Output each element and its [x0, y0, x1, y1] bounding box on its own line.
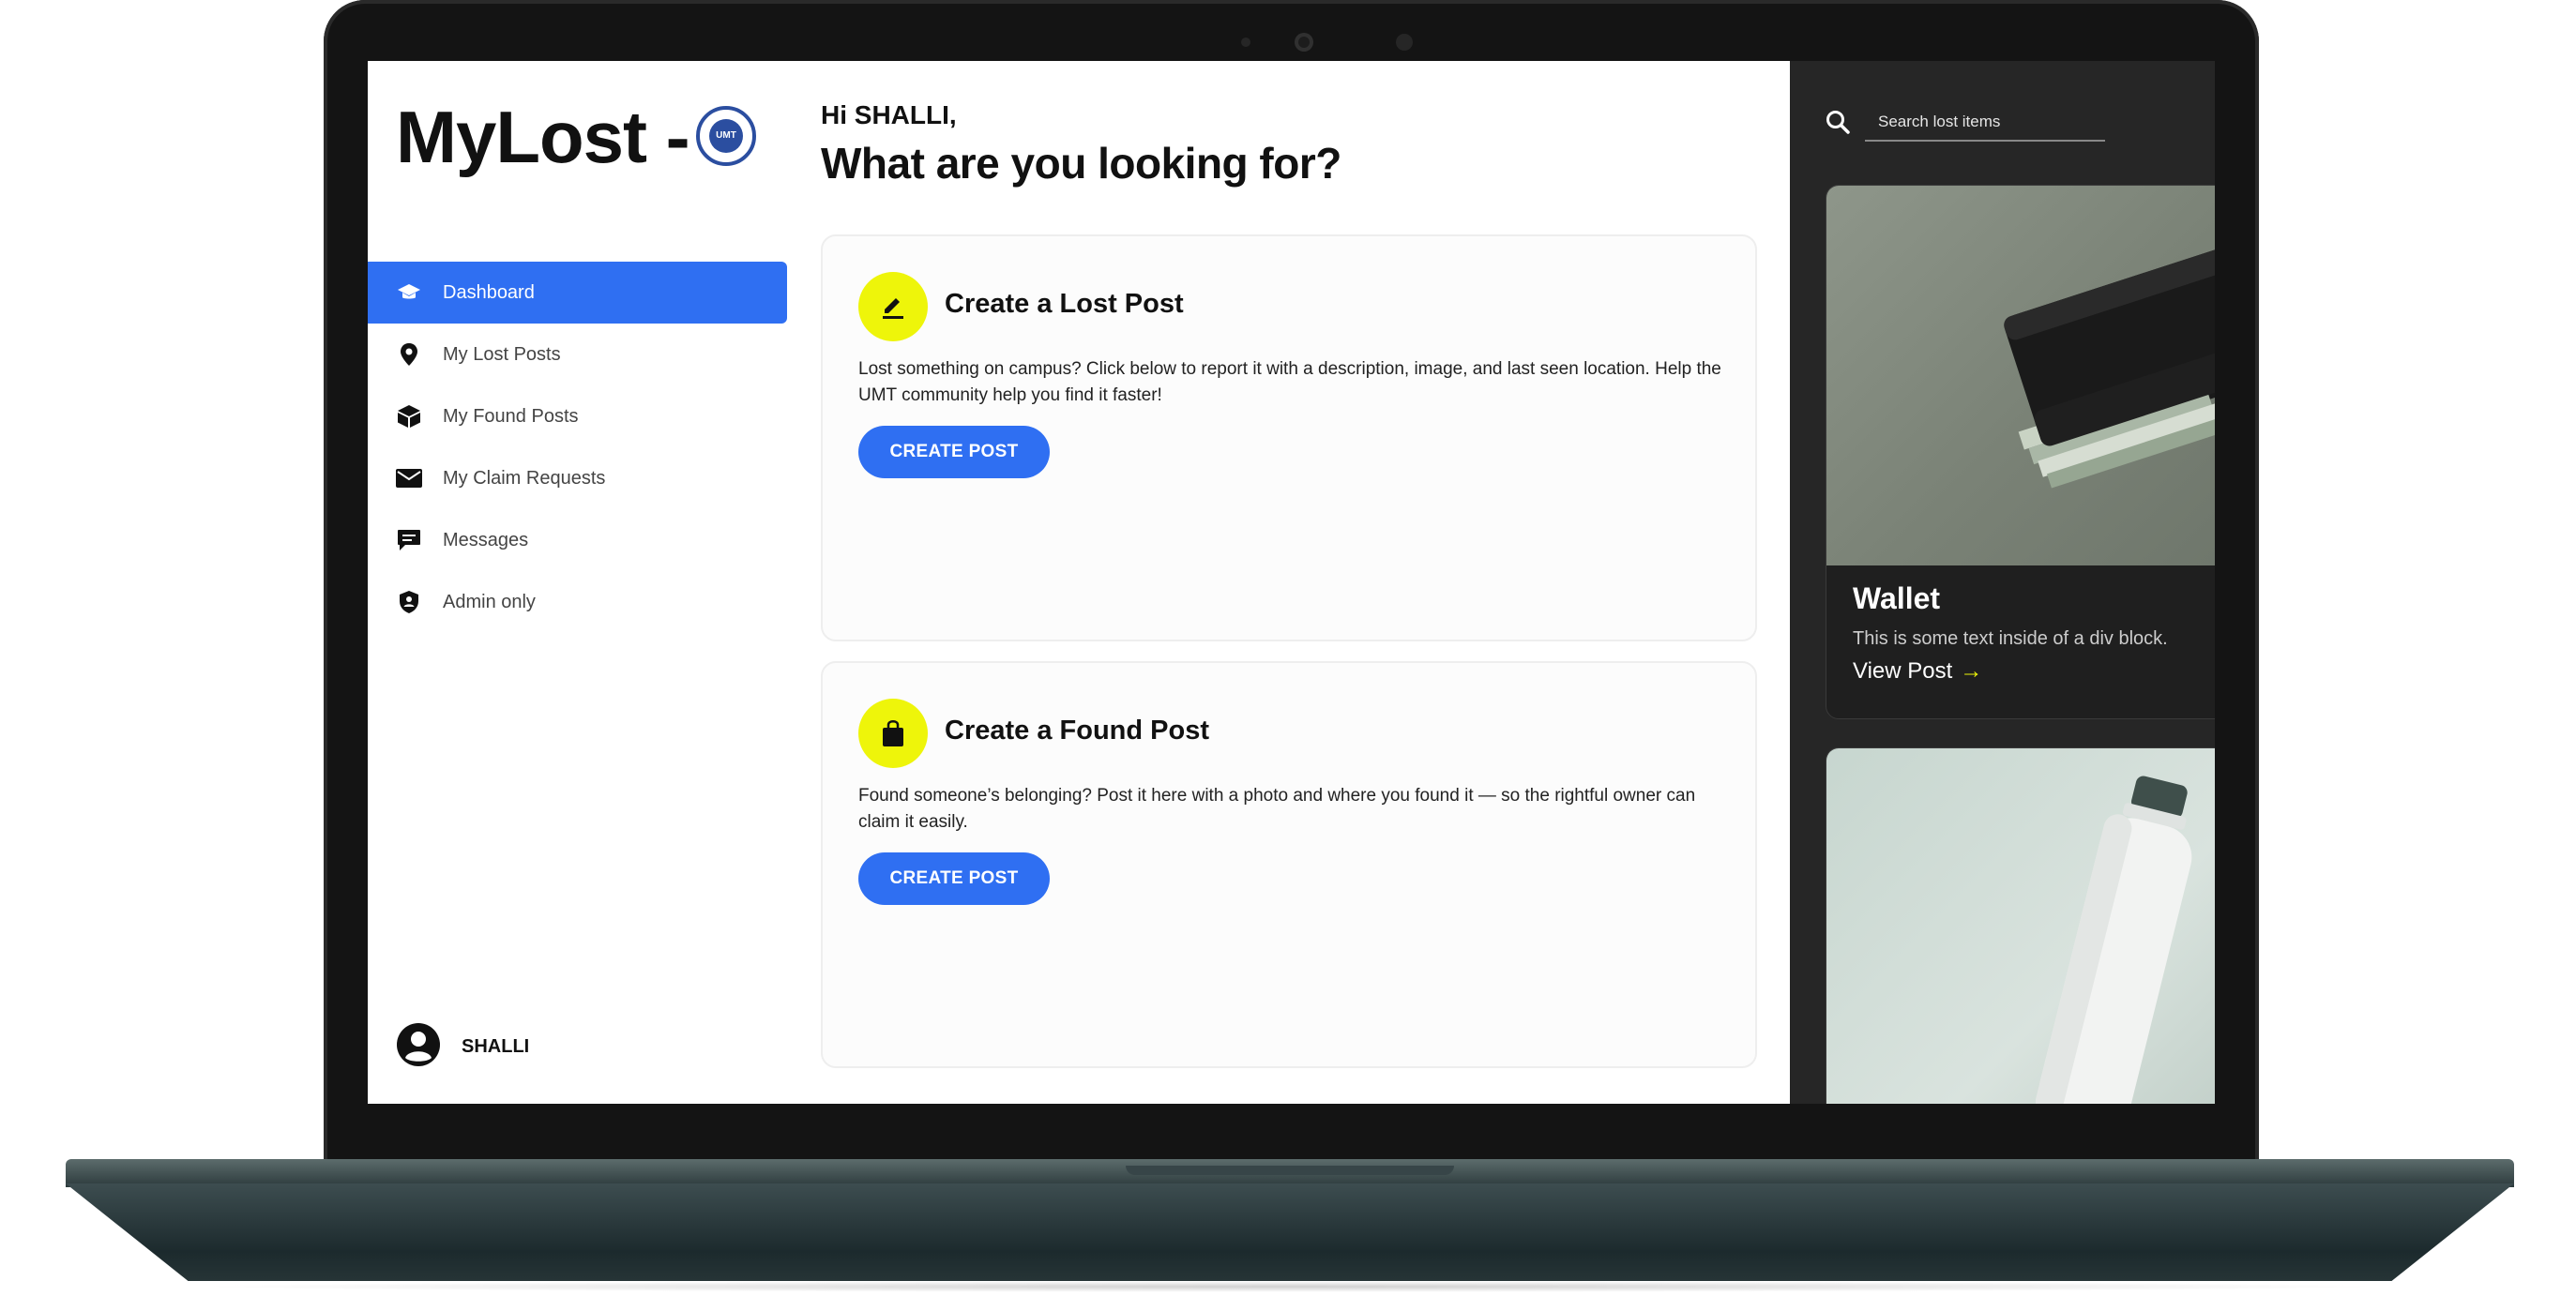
user-name: SHALLI — [462, 1036, 530, 1057]
sidebar-item-messages[interactable]: Messages — [368, 509, 787, 571]
card-title: Create a Found Post — [945, 716, 1209, 746]
sidebar-item-label: Admin only — [443, 591, 536, 612]
bottle-image — [1826, 748, 2215, 1104]
arrow-right-icon: → — [1960, 658, 1983, 684]
greeting-text: Hi SHALLI, — [821, 100, 957, 129]
create-lost-post-button[interactable]: CREATE POST — [858, 426, 1050, 478]
box-icon — [396, 403, 422, 429]
post-title: Wallet — [1853, 581, 1941, 615]
shield-icon — [396, 589, 422, 615]
sidebar-item-admin-only[interactable]: Admin only — [368, 571, 787, 633]
post-card-bottle[interactable] — [1826, 747, 2215, 1104]
app-logo: MyLost - — [396, 96, 690, 178]
sidebar-item-label: Dashboard — [443, 281, 535, 303]
webcam — [1295, 33, 1313, 52]
screen: MyLost - UMT Dashboard My Lost Posts My … — [368, 61, 2215, 1104]
sidebar-item-label: My Found Posts — [443, 405, 579, 427]
sidebar-item-my-lost-posts[interactable]: My Lost Posts — [368, 324, 787, 385]
view-post-label: View Post — [1853, 658, 1953, 684]
envelope-icon — [396, 465, 422, 491]
post-card-wallet[interactable]: Wallet This is some text inside of a div… — [1826, 185, 2215, 719]
sensor-dot — [1241, 38, 1250, 47]
sidebar-item-label: Messages — [443, 529, 529, 550]
laptop-notch — [1126, 1166, 1454, 1175]
create-found-post-button[interactable]: CREATE POST — [858, 852, 1050, 905]
sidebar-item-dashboard[interactable]: Dashboard — [368, 262, 787, 324]
sidebar-item-my-claim-requests[interactable]: My Claim Requests — [368, 447, 787, 509]
lost-items-panel: Search lost items Wallet This is some te… — [1790, 61, 2215, 1104]
wallet-image — [1826, 186, 2215, 565]
view-post-link[interactable]: View Post → — [1853, 658, 1982, 685]
search-icon[interactable] — [1826, 110, 1850, 139]
create-found-post-card: Create a Found Post Found someone’s belo… — [821, 661, 1757, 1068]
sidebar-item-label: My Claim Requests — [443, 467, 606, 489]
pen-icon — [858, 272, 928, 341]
user-avatar-icon — [396, 1022, 441, 1072]
shopping-bag-icon — [858, 699, 928, 768]
card-description: Found someone’s belonging? Post it here … — [858, 786, 1696, 832]
sensor-dot — [1396, 34, 1413, 51]
card-title: Create a Lost Post — [945, 289, 1184, 319]
laptop-shadow — [188, 1281, 2392, 1292]
chat-icon — [396, 527, 422, 553]
graduation-cap-icon — [396, 279, 422, 306]
map-pin-icon — [396, 341, 422, 368]
create-lost-post-card: Create a Lost Post Lost something on cam… — [821, 234, 1757, 641]
card-description: Lost something on campus? Click below to… — [858, 359, 1721, 405]
page-title: What are you looking for? — [821, 139, 1341, 188]
user-profile[interactable]: SHALLI — [396, 1022, 529, 1072]
university-seal-logo: UMT — [696, 106, 756, 166]
search-input[interactable]: Search lost items — [1865, 104, 2105, 142]
sidebar-item-my-found-posts[interactable]: My Found Posts — [368, 385, 787, 447]
post-description: This is some text inside of a div block. — [1853, 628, 2168, 649]
sidebar-item-label: My Lost Posts — [443, 343, 561, 365]
laptop-base — [66, 1183, 2514, 1281]
